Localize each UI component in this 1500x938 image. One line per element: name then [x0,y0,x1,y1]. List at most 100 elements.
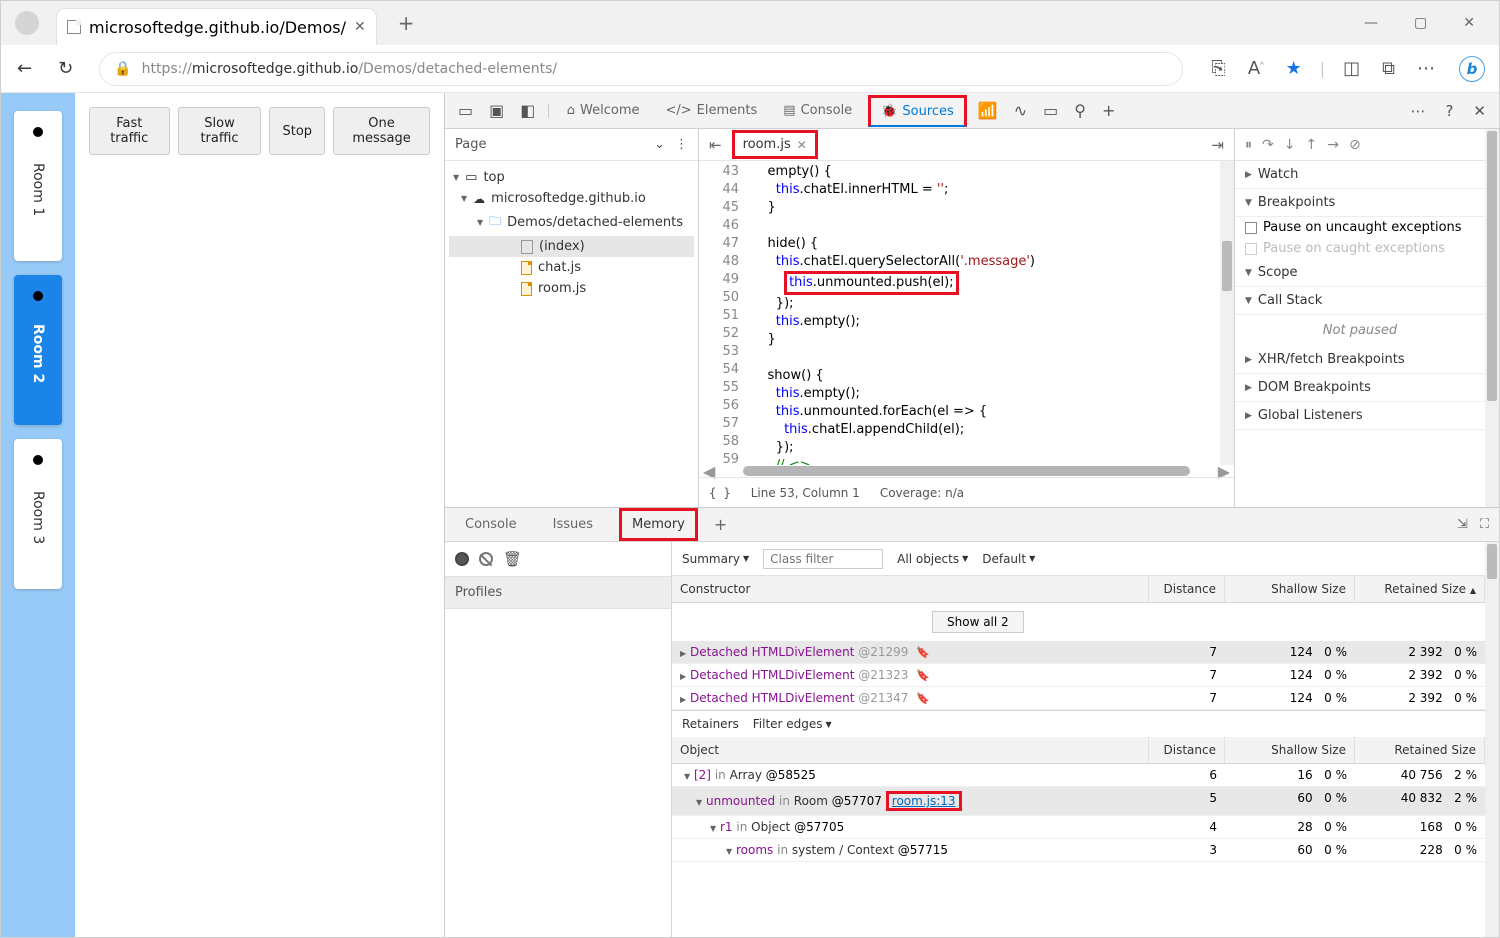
global-listeners-section[interactable]: ▶Global Listeners [1235,402,1485,430]
step-into-icon[interactable]: ↓ [1284,137,1296,153]
step-icon[interactable]: → [1327,137,1339,153]
performance-icon[interactable]: ∿ [1009,97,1032,124]
welcome-tab[interactable]: ⌂Welcome [557,97,650,124]
cloud-icon: ☁ [473,192,485,206]
retainer-row[interactable]: ▼ unmounted in Room @57707 room.js:13560… [672,787,1485,816]
tree-folder[interactable]: ▼🗀Demos/detached-elements [449,209,694,236]
tree-file-room[interactable]: room.js [449,278,694,299]
dock-side-icon[interactable]: ◧ [515,97,540,124]
console-tab[interactable]: ▤Console [773,97,862,124]
more-vertical-icon[interactable]: ⋮ [675,137,688,152]
summary-dropdown[interactable]: Summary▼ [682,552,749,566]
open-file-tab[interactable]: room.js ✕ [732,130,818,159]
drawer-issues-tab[interactable]: Issues [543,511,603,538]
favorite-star-icon[interactable]: ★ [1282,54,1306,83]
all-objects-dropdown[interactable]: All objects▼ [897,552,968,566]
profile-avatar[interactable] [15,11,39,35]
application-icon[interactable]: ▭ [1038,97,1063,124]
stop-button[interactable]: Stop [269,107,325,155]
network-conditions-icon[interactable]: 📶 [973,97,1003,124]
deactivate-breakpoints-icon[interactable]: ⊘ [1349,137,1361,153]
tree-host[interactable]: ▼☁microsoftedge.github.io [449,188,694,209]
retainer-row[interactable]: ▼ r1 in Object @57705428 0 %168 0 % [672,816,1485,839]
filter-edges-dropdown[interactable]: Filter edges▼ [753,717,832,731]
close-devtools-icon[interactable]: ✕ [1468,98,1491,124]
close-file-icon[interactable]: ✕ [797,138,807,152]
add-drawer-tab-icon[interactable]: + [714,515,727,534]
toggle-panel-icon[interactable]: ⇥ [1211,136,1224,154]
snapshot-row[interactable]: ▶ Detached HTMLDivElement @21299 🔖7124 0… [672,641,1485,664]
tab-close-icon[interactable]: ✕ [354,19,366,35]
step-over-icon[interactable]: ↷ [1262,137,1274,153]
more-tabs-icon[interactable]: + [1097,97,1120,124]
status-bar: { } Line 53, Column 1 Coverage: n/a [699,477,1234,507]
close-icon[interactable]: ✕ [1457,11,1481,35]
drawer-memory-tab[interactable]: Memory [619,508,698,541]
clear-icon[interactable] [479,552,493,566]
back-button[interactable]: ← [11,54,38,83]
refresh-button[interactable]: ↻ [52,54,79,83]
one-message-button[interactable]: One message [333,107,430,155]
room-1-button[interactable]: Room 1 [14,111,62,261]
address-bar[interactable]: 🔒 https://microsoftedge.github.io/Demos/… [99,52,1183,86]
expand-drawer-icon[interactable]: ⛶ [1480,517,1489,532]
page-fileset-tab[interactable]: Page [455,137,486,152]
retainer-row[interactable]: ▼ [2] in Array @58525616 0 %40 756 2 % [672,764,1485,787]
inspect-element-icon[interactable]: ▭ [453,97,478,124]
scope-section[interactable]: ▼Scope [1235,259,1485,287]
dom-breakpoints-section[interactable]: ▶DOM Breakpoints [1235,374,1485,402]
retainer-row[interactable]: ▼ rooms in system / Context @57715360 0 … [672,839,1485,862]
step-out-icon[interactable]: ↑ [1305,137,1317,153]
dock-drawer-icon[interactable]: ⇲ [1457,517,1468,532]
drawer-console-tab[interactable]: Console [455,511,527,538]
pretty-print-icon[interactable]: { } [709,486,731,500]
right-pane-scrollbar[interactable] [1487,131,1497,401]
watch-section[interactable]: ▶Watch [1235,161,1485,189]
breakpoints-section[interactable]: ▼Breakpoints [1235,189,1485,217]
class-filter-input[interactable] [763,549,883,569]
source-link[interactable]: room.js:13 [892,794,956,808]
xhr-breakpoints-section[interactable]: ▶XHR/fetch Breakpoints [1235,346,1485,374]
traffic-controls: Fast traffic Slow traffic Stop One messa… [89,107,430,155]
detached-elements-icon[interactable]: ⚲ [1069,97,1091,124]
folder-icon: 🗀 [489,212,501,233]
trash-icon[interactable]: 🗑 [503,550,522,568]
maximize-icon[interactable]: ▢ [1408,11,1433,35]
snapshot-row[interactable]: ▶ Detached HTMLDivElement @21347 🔖7124 0… [672,687,1485,710]
pause-caught-checkbox[interactable]: Pause on caught exceptions [1235,238,1485,259]
show-navigator-icon[interactable]: ⇤ [709,136,722,154]
pause-icon[interactable]: ⏸ [1245,137,1252,153]
bing-button[interactable]: b [1459,56,1485,82]
tree-file-chat[interactable]: chat.js [449,257,694,278]
code-hscrollbar[interactable] [743,466,1191,476]
slow-traffic-button[interactable]: Slow traffic [178,107,262,155]
default-dropdown[interactable]: Default▼ [982,552,1035,566]
room-3-button[interactable]: Room 3 [14,439,62,589]
settings-more-icon[interactable]: ⋯ [1413,54,1439,83]
room-2-button[interactable]: Room 2 [14,275,62,425]
install-app-icon[interactable]: ⎘ [1207,54,1229,83]
code-scrollbar[interactable] [1222,241,1232,291]
sources-tab[interactable]: 🐞Sources [868,95,967,127]
text-size-icon[interactable]: Aᴬ [1244,54,1268,83]
device-toolbar-icon[interactable]: ▣ [484,97,509,124]
tree-file-index[interactable]: (index) [449,236,694,257]
code-viewer[interactable]: 4344454647484950515253545556575859 empty… [699,161,1234,465]
drawer-scrollbar-upper[interactable] [1487,544,1497,579]
collections-icon[interactable]: ⧉ [1378,54,1399,83]
minimize-icon[interactable]: — [1358,11,1384,35]
chevron-down-icon[interactable]: ⌄ [654,137,665,152]
fast-traffic-button[interactable]: Fast traffic [89,107,170,155]
tree-top[interactable]: ▼▭top [449,167,694,188]
pause-uncaught-checkbox[interactable]: Pause on uncaught exceptions [1235,217,1485,238]
snapshot-row[interactable]: ▶ Detached HTMLDivElement @21323 🔖7124 0… [672,664,1485,687]
more-icon[interactable]: ⋯ [1405,98,1430,124]
browser-tab-active[interactable]: microsoftedge.github.io/Demos/ ✕ [57,9,376,45]
record-icon[interactable] [455,552,469,566]
new-tab-button[interactable]: + [390,7,423,39]
help-icon[interactable]: ? [1440,98,1458,124]
split-screen-icon[interactable]: ◫ [1339,54,1364,83]
callstack-section[interactable]: ▼Call Stack [1235,287,1485,315]
show-all-button[interactable]: Show all 2 [932,611,1024,633]
elements-tab[interactable]: </>Elements [656,97,768,124]
